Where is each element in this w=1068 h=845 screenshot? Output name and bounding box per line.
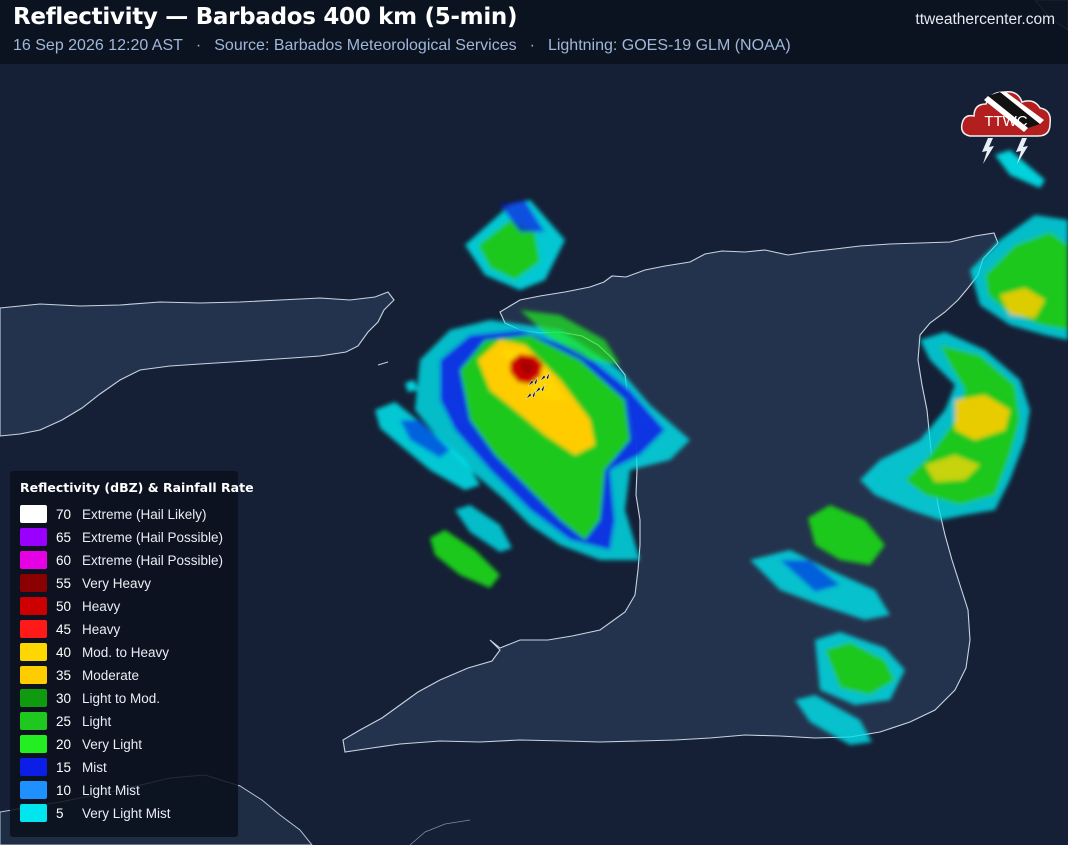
- legend-label: Extreme (Hail Possible): [82, 552, 224, 568]
- legend-item: 25 Light: [20, 711, 111, 731]
- legend-title: Reflectivity (dBZ) & Rainfall Rate: [20, 480, 254, 495]
- legend-dbz: 25: [56, 713, 72, 729]
- legend-dbz: 35: [56, 667, 72, 683]
- legend-panel: Reflectivity (dBZ) & Rainfall Rate 70 Ext…: [10, 471, 254, 837]
- legend-swatch: [20, 735, 47, 753]
- legend-label: Heavy: [82, 621, 121, 637]
- legend-dbz: 20: [56, 736, 72, 752]
- legend-dbz: 70: [56, 506, 72, 522]
- legend-label: Light to Mod.: [82, 690, 161, 706]
- legend-item: 70 Extreme (Hail Likely): [20, 504, 207, 524]
- legend-item: 40 Mod. to Heavy: [20, 642, 169, 662]
- legend-item: 30 Light to Mod.: [20, 688, 160, 708]
- legend-swatch: [20, 643, 47, 661]
- legend-item: 15 Mist: [20, 757, 107, 777]
- legend-label: Extreme (Hail Likely): [82, 506, 207, 522]
- legend-swatch: [20, 781, 47, 799]
- legend-dbz: 45: [56, 621, 72, 637]
- legend-dbz: 50: [56, 598, 72, 614]
- separator: ·: [529, 37, 535, 54]
- legend-item: 55 Very Heavy: [20, 573, 151, 593]
- legend-label: Moderate: [82, 667, 140, 683]
- legend-item: 60 Extreme (Hail Possible): [20, 550, 223, 570]
- site-url[interactable]: ttweathercenter.com: [915, 11, 1055, 29]
- legend-swatch: [20, 528, 47, 546]
- legend-dbz: 15: [56, 759, 72, 775]
- logo-text: TTWC: [984, 113, 1027, 130]
- lightning-source: Lightning: GOES-19 GLM (NOAA): [547, 37, 791, 54]
- legend-swatch: [20, 551, 47, 569]
- legend-dbz: 30: [56, 690, 72, 706]
- legend-swatch: [20, 597, 47, 615]
- legend-swatch: [20, 574, 47, 592]
- legend-swatch: [20, 712, 47, 730]
- legend-label: Mod. to Heavy: [82, 644, 170, 660]
- legend-item: 20 Very Light: [20, 734, 142, 754]
- legend-dbz: 10: [56, 782, 72, 798]
- legend-label: Very Light: [82, 736, 143, 752]
- legend-label: Very Heavy: [82, 575, 152, 591]
- legend-swatch: [20, 804, 47, 822]
- legend-dbz: 65: [56, 529, 72, 545]
- legend-label: Extreme (Hail Possible): [82, 529, 224, 545]
- legend-label: Light: [82, 713, 112, 729]
- legend-swatch: [20, 505, 47, 523]
- subtitle-line: 16 Sep 2026 12:20 AST · Source: Barbados M…: [13, 37, 791, 55]
- legend-item: 5 Very Light Mist: [20, 803, 171, 823]
- storm-cloud-lightning-flag-icon: TTWC: [960, 90, 1052, 164]
- header-bar: Reflectivity — Barbados 400 km (5-min) 1…: [0, 0, 1068, 64]
- legend-swatch: [20, 689, 47, 707]
- legend-item: 65 Extreme (Hail Possible): [20, 527, 223, 547]
- legend-label: Very Light Mist: [82, 805, 171, 821]
- legend-swatch: [20, 758, 47, 776]
- legend-item: 45 Heavy: [20, 619, 120, 639]
- legend-swatch: [20, 666, 47, 684]
- legend-item: 35 Moderate: [20, 665, 139, 685]
- legend-label: Heavy: [82, 598, 121, 614]
- data-source: Source: Barbados Meteorological Services: [214, 37, 517, 54]
- timestamp: 16 Sep 2026 12:20 AST: [13, 37, 183, 54]
- legend-dbz: 5: [56, 805, 64, 821]
- legend-item: 10 Light Mist: [20, 780, 140, 800]
- page-title: Reflectivity — Barbados 400 km (5-min): [13, 4, 518, 30]
- legend-dbz: 55: [56, 575, 72, 591]
- legend-label: Light Mist: [82, 782, 140, 798]
- legend-dbz: 40: [56, 644, 72, 660]
- legend-label: Mist: [82, 759, 107, 775]
- legend-dbz: 60: [56, 552, 72, 568]
- legend-item: 50 Heavy: [20, 596, 120, 616]
- separator: ·: [195, 37, 202, 54]
- legend-swatch: [20, 620, 47, 638]
